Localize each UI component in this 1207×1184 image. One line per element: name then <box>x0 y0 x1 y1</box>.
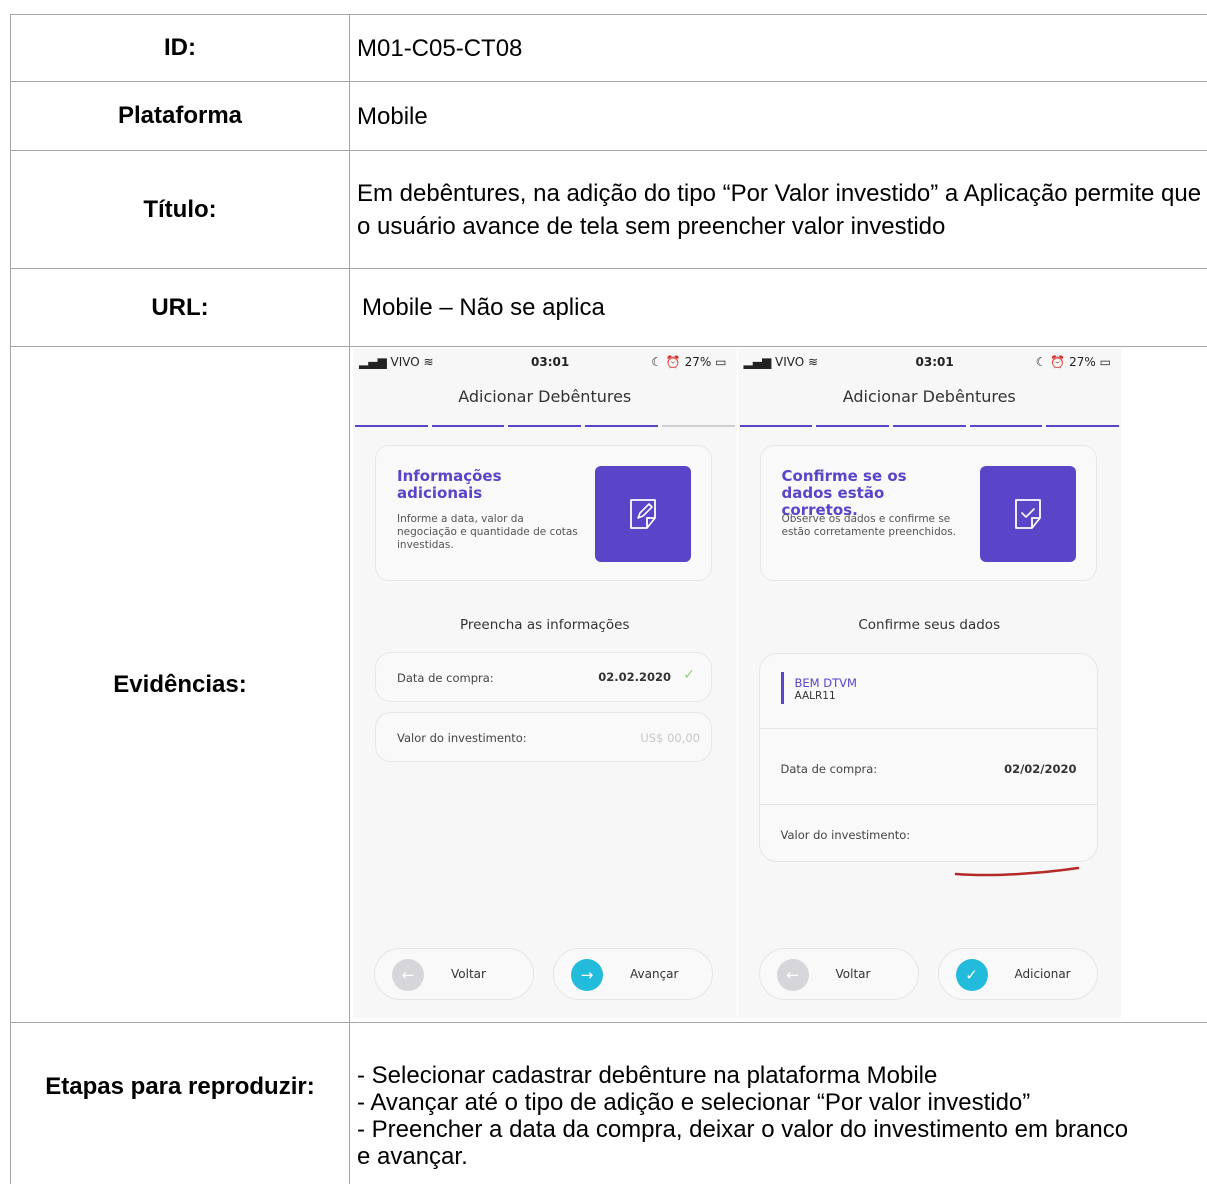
progress-segment <box>431 425 505 427</box>
check-icon: ✓ <box>955 959 988 991</box>
confirm-data-card: BEM DTVM AALR11 Data de compra: 02/02/20… <box>758 653 1098 862</box>
accent-bar <box>780 672 784 704</box>
divider <box>759 804 1097 805</box>
arrow-right-icon: → <box>571 959 603 991</box>
step-item: e avançar. <box>357 1142 468 1170</box>
investment-value-input[interactable]: Valor do investimento: US$ 00,00 <box>375 712 712 762</box>
investment-value-placeholder: US$ 00,00 <box>640 731 700 745</box>
row-title: Título: Em debêntures, na adição do tipo… <box>10 150 1207 269</box>
platform-value: Mobile <box>349 81 1207 151</box>
screen-title: Adicionar Debêntures <box>458 387 632 406</box>
title-label: Título: <box>10 150 350 269</box>
info-card: Informações adicionais Informe a data, v… <box>375 445 712 581</box>
check-note-icon <box>1014 499 1041 529</box>
phone-screen-confirm: ▂▄▆ VIVO ≋ 03:01 ☾ ⏰ 27% ▭ Adicionar Deb… <box>737 349 1122 1018</box>
battery-icon: ▭ <box>1099 355 1111 369</box>
screen-title: Adicionar Debêntures <box>842 387 1016 406</box>
progress-segment <box>508 425 582 427</box>
back-button[interactable]: ← Voltar <box>374 948 534 1000</box>
test-case-table: ID: M01-C05-CT08 Plataforma Mobile Títul… <box>10 14 1207 1184</box>
wifi-icon: ≋ <box>423 355 434 369</box>
next-button[interactable]: → Avançar <box>553 948 713 1000</box>
alarm-icon: ⏰ <box>665 355 681 369</box>
info-card-title: Informações adicionais <box>397 467 502 502</box>
progress-segment <box>585 425 658 427</box>
signal-icon: ▂▄▆ <box>359 355 387 369</box>
phone-screen-fill-info: ▂▄▆ VIVO ≋ 03:01 ☾ ⏰ 27% ▭ Adicionar Deb… <box>353 349 737 1018</box>
moon-icon: ☾ <box>651 355 663 369</box>
title-value: Em debêntures, na adição do tipo “Por Va… <box>349 150 1207 269</box>
info-card-illustration <box>979 466 1076 562</box>
progress-segment <box>816 425 889 427</box>
step-progress <box>738 425 1122 428</box>
progress-segment <box>969 425 1043 427</box>
back-button-label: Voltar <box>835 967 871 981</box>
arrow-left-icon: ← <box>392 959 424 991</box>
battery-level: 27% <box>1069 355 1096 369</box>
row-url: URL: Mobile – Não se aplica <box>10 268 1207 347</box>
battery-level: 27% <box>684 355 712 369</box>
investment-value-label: Valor do investimento: <box>780 828 911 842</box>
clock: 03:01 <box>915 355 954 369</box>
row-evidence: Evidências: ▂▄▆ VIVO ≋ 03:01 ☾ ⏰ 27% ▭ A… <box>10 346 1207 1023</box>
section-title: Preencha as informações <box>459 617 630 633</box>
add-button[interactable]: ✓ Adicionar <box>937 948 1098 1000</box>
wifi-icon: ≋ <box>808 355 819 369</box>
info-card-illustration <box>595 466 691 562</box>
clock: 03:01 <box>531 355 570 369</box>
info-card-text: Informe a data, valor da negociação e qu… <box>397 513 578 551</box>
steps-list: - Selecionar cadastrar debênture na plat… <box>349 1022 1207 1184</box>
evidence-screenshots: ▂▄▆ VIVO ≋ 03:01 ☾ ⏰ 27% ▭ Adicionar Deb… <box>349 346 1207 1023</box>
row-id: ID: M01-C05-CT08 <box>10 14 1207 82</box>
steps-label: Etapas para reproduzir: <box>10 1022 350 1184</box>
signal-icon: ▂▄▆ <box>743 355 772 369</box>
moon-icon: ☾ <box>1035 355 1047 369</box>
back-button-label: Voltar <box>451 967 486 981</box>
arrow-left-icon: ← <box>776 959 809 991</box>
info-card: Confirme se os dados estão corretos. Obs… <box>759 445 1097 581</box>
entity-ticker: AALR11 <box>794 690 836 702</box>
progress-segment <box>355 425 428 427</box>
carrier-name: VIVO <box>390 355 420 369</box>
step-item: - Avançar até o tipo de adição e selecio… <box>357 1088 1031 1116</box>
back-button[interactable]: ← Voltar <box>758 948 919 1000</box>
next-button-label: Avançar <box>630 967 679 981</box>
status-bar: ▂▄▆ VIVO ≋ 03:01 ☾ ⏰ 27% ▭ <box>744 355 1112 371</box>
edit-note-icon <box>630 499 656 529</box>
row-steps: Etapas para reproduzir: - Selecionar cad… <box>10 1022 1207 1184</box>
battery-icon: ▭ <box>715 355 727 369</box>
evidence-label: Evidências: <box>10 346 350 1023</box>
purchase-date-value: 02/02/2020 <box>1004 762 1077 776</box>
info-card-text: Observe os dados e confirme se estão cor… <box>781 513 957 538</box>
row-platform: Plataforma Mobile <box>10 81 1207 151</box>
status-bar: ▂▄▆ VIVO ≋ 03:01 ☾ ⏰ 27% ▭ <box>359 355 727 371</box>
info-card-title: Confirme se os dados estão corretos. <box>781 467 907 519</box>
platform-label: Plataforma <box>10 81 350 151</box>
id-label: ID: <box>10 14 350 82</box>
purchase-date-label: Data de compra: <box>397 671 494 685</box>
progress-segment <box>661 425 735 427</box>
progress-segment <box>892 425 966 427</box>
section-title: Confirme seus dados <box>858 617 1001 633</box>
carrier-name: VIVO <box>775 355 805 369</box>
alarm-icon: ⏰ <box>1050 355 1066 369</box>
purchase-date-value: 02.02.2020 <box>598 670 671 684</box>
url-value: Mobile – Não se aplica <box>349 268 1207 347</box>
step-progress <box>353 425 737 428</box>
step-item: - Selecionar cadastrar debênture na plat… <box>357 1061 938 1089</box>
step-item: - Preencher a data da compra, deixar o v… <box>357 1115 1129 1143</box>
red-annotation-underline <box>954 866 1079 877</box>
url-label: URL: <box>10 268 350 347</box>
investment-value-label: Valor do investimento: <box>397 731 527 745</box>
progress-segment <box>739 425 813 427</box>
progress-segment <box>1046 425 1120 427</box>
divider <box>759 728 1097 729</box>
id-value: M01-C05-CT08 <box>349 14 1207 82</box>
purchase-date-field[interactable]: Data de compra: 02.02.2020 ✓ <box>375 652 712 702</box>
add-button-label: Adicionar <box>1014 967 1071 981</box>
check-icon: ✓ <box>683 667 695 683</box>
purchase-date-label: Data de compra: <box>780 762 878 776</box>
entity-name: BEM DTVM <box>794 676 857 690</box>
